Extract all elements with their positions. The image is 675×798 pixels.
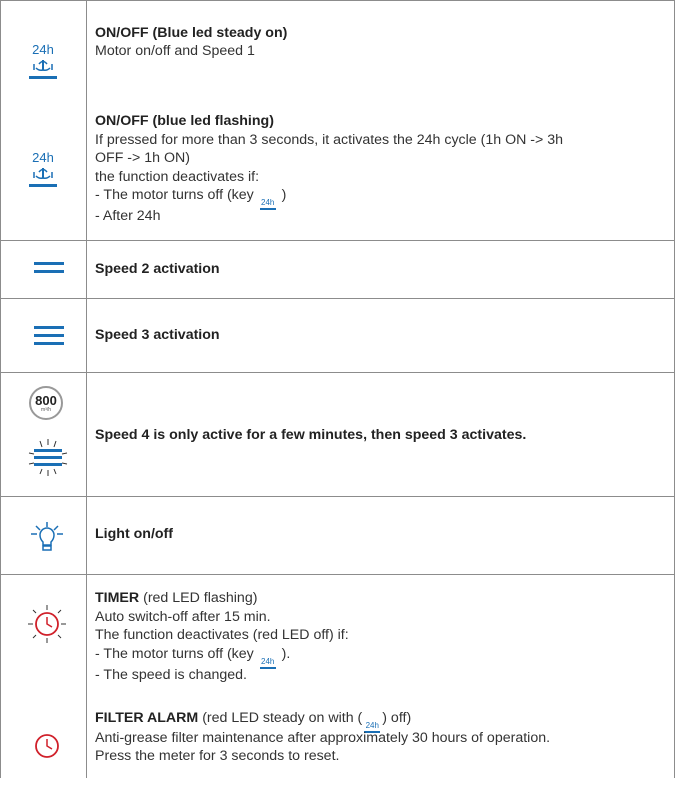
icon-cell xyxy=(0,1,87,240)
row7-line: The function deactivates (red LED off) i… xyxy=(95,627,349,643)
fan-24h-icon: 24h xyxy=(258,657,278,679)
row2-line: OFF -> 1h ON) xyxy=(95,150,190,166)
speed-3-icon xyxy=(34,326,64,345)
row7-line: Auto switch-off after 15 min. xyxy=(95,609,271,625)
row2-line: If pressed for more than 3 seconds, it a… xyxy=(95,132,564,148)
filter-alarm-clock-icon xyxy=(35,734,59,758)
text-cell xyxy=(95,497,675,574)
row2-title: ON/OFF (blue led flashing) xyxy=(95,113,274,129)
row1-desc: Motor on/off and Speed 1 xyxy=(95,43,255,59)
row7-title: TIMER (red LED flashing) xyxy=(95,590,258,606)
speed-2-icon xyxy=(34,262,64,273)
row3-label: Speed 2 activation xyxy=(95,261,220,277)
row7-line: - The speed is changed. xyxy=(95,667,247,683)
light-bulb-icon xyxy=(31,522,63,551)
row-speed-3: Speed 3 activation xyxy=(0,299,675,373)
row4-label: Speed 3 activation xyxy=(95,327,220,343)
row8-line: Press the meter for 3 seconds to reset. xyxy=(95,748,340,764)
row-light: Light on/off xyxy=(0,497,675,575)
timer-clock-icon xyxy=(28,605,66,643)
row2-after: - After 24h xyxy=(95,208,161,224)
fan-24h-icon: 24h xyxy=(258,198,278,220)
row2-line: the function deactivates if: xyxy=(95,169,260,185)
fan-24h-icon: 24h xyxy=(26,43,60,79)
row-timer: TIMER (red LED flashing) Auto switch-off… xyxy=(0,575,675,778)
row6-label: Light on/off xyxy=(95,526,173,542)
row1-title: ON/OFF (Blue led steady on) xyxy=(95,25,288,41)
row-speed-4: 800 m³/h Speed 4 is only active for a fe… xyxy=(0,373,675,497)
row8-line: Anti-grease filter maintenance after app… xyxy=(95,730,551,746)
row-on-off: 24h ON/OFF (Blue led steady on) Motor on… xyxy=(0,0,675,241)
flow-800-badge: 800 m³/h xyxy=(29,386,63,420)
row-speed-2: Speed 2 activation xyxy=(0,241,675,299)
row5-label: Speed 4 is only active for a few minutes… xyxy=(95,427,527,443)
speed-4-icon xyxy=(28,439,68,476)
controls-table: 24h ON/OFF (Blue led steady on) Motor on… xyxy=(0,0,675,778)
fan-24h-icon: 24h xyxy=(26,151,60,187)
